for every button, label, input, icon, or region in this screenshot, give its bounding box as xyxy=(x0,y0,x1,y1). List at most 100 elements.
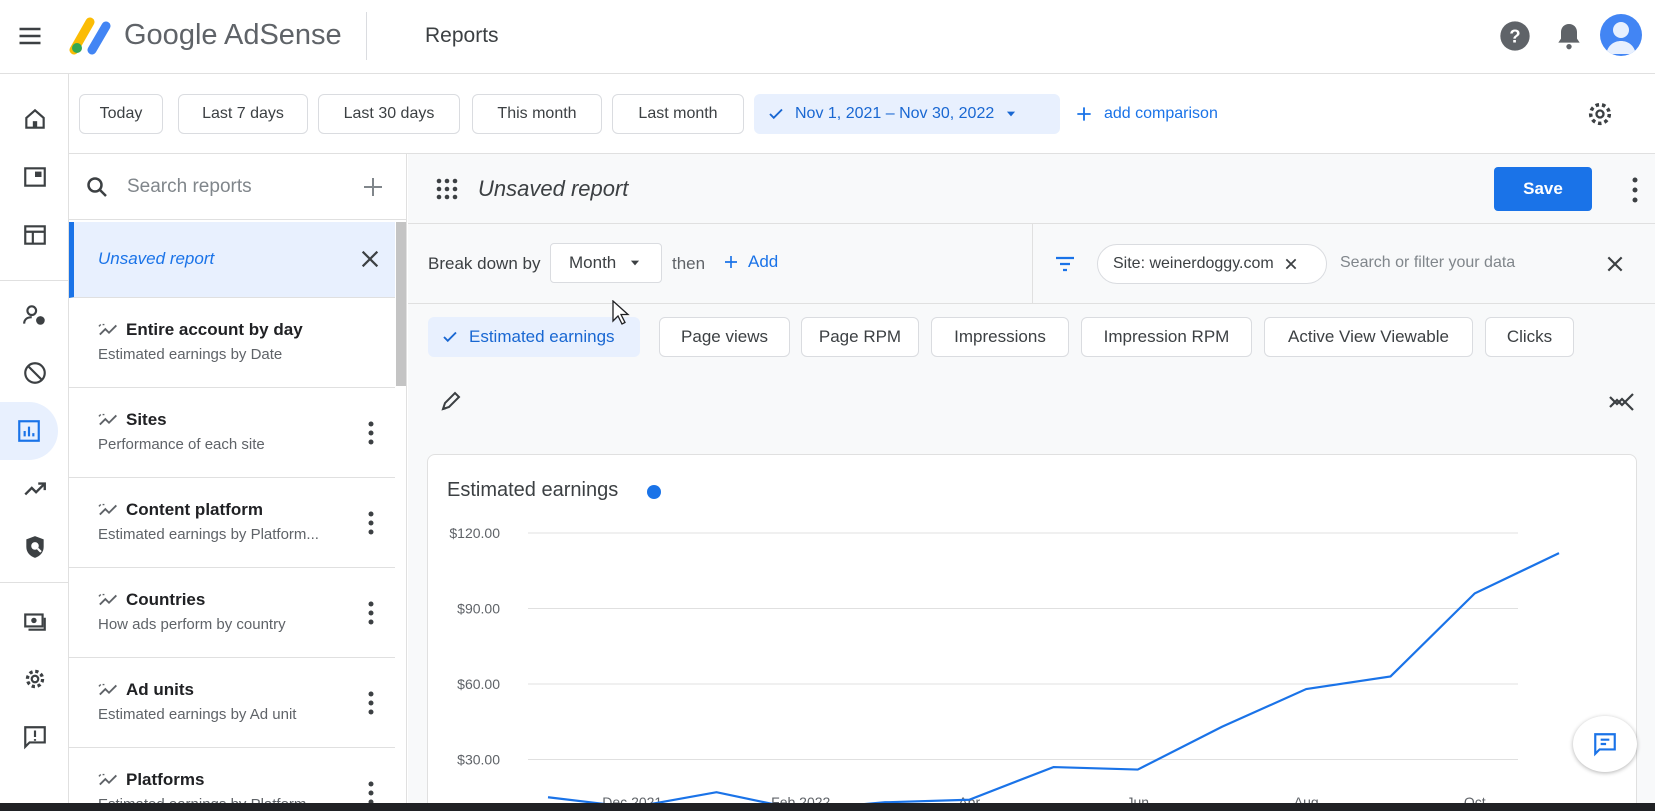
filter-icon[interactable] xyxy=(1053,252,1077,276)
sparkline-icon xyxy=(98,413,117,426)
sparkline-icon xyxy=(98,323,117,336)
chip-last-30-days[interactable]: Last 30 days xyxy=(318,94,460,134)
report-item-title: Sites xyxy=(126,410,167,429)
feedback-icon[interactable] xyxy=(0,708,69,766)
plus-icon xyxy=(725,256,737,268)
chevron-down-icon xyxy=(631,260,640,266)
report-item-title: Content platform xyxy=(126,500,263,519)
filter-chip-label: Site: weinerdoggy.com xyxy=(1113,255,1274,272)
reports-icon[interactable] xyxy=(0,402,58,460)
sparkline-icon xyxy=(98,683,117,696)
chart-card: Estimated earnings $120.00 $90.00 $60.00 $3… xyxy=(427,454,1637,811)
earnings-line-chart: $120.00$90.00$60.00$30.00Dec 2021 Feb 202… xyxy=(449,525,1560,810)
more-vert-icon[interactable] xyxy=(1628,176,1642,204)
close-icon[interactable] xyxy=(1284,257,1298,271)
page-title: Reports xyxy=(425,24,499,47)
apps-grid-icon[interactable] xyxy=(436,178,458,200)
date-range-dropdown[interactable]: Nov 1, 2021 – Nov 30, 2022 xyxy=(754,94,1060,134)
more-vert-icon[interactable] xyxy=(359,418,383,448)
rail-divider xyxy=(0,582,69,583)
report-main: Unsaved report Save Break down by Month … xyxy=(408,154,1655,811)
settings-icon[interactable] xyxy=(0,650,69,708)
date-range-bar: Today Last 7 days Last 30 days This mont… xyxy=(69,74,1655,154)
report-item-sites[interactable]: Sites Performance of each site xyxy=(69,388,395,478)
brand-safety-icon[interactable] xyxy=(0,518,69,576)
more-vert-icon[interactable] xyxy=(359,598,383,628)
search-input[interactable]: Search reports xyxy=(127,176,252,198)
report-item-title: Unsaved report xyxy=(98,249,215,268)
report-settings-icon[interactable] xyxy=(1586,100,1614,128)
report-item-unsaved[interactable]: Unsaved report xyxy=(69,222,395,298)
chat-support-button[interactable] xyxy=(1573,716,1637,772)
payments-icon[interactable] xyxy=(0,592,69,650)
metric-chip-impressions[interactable]: Impressions xyxy=(931,317,1069,357)
series-line-estimated-earnings[interactable] xyxy=(547,552,1560,810)
mouse-cursor-icon xyxy=(612,300,630,325)
check-icon xyxy=(443,331,457,343)
chip-this-month[interactable]: This month xyxy=(472,94,602,134)
help-icon[interactable]: ? xyxy=(1499,20,1531,52)
y-tick-label: $90.00 xyxy=(457,601,500,617)
edit-pencil-icon[interactable] xyxy=(439,389,463,413)
close-icon[interactable] xyxy=(359,248,381,270)
nav-rail xyxy=(0,74,69,811)
report-item-subtitle: Estimated earnings by Ad unit xyxy=(98,706,297,723)
more-vert-icon[interactable] xyxy=(359,508,383,538)
add-report-icon[interactable] xyxy=(361,175,385,199)
menu-icon[interactable] xyxy=(16,22,44,50)
report-item-ad-units[interactable]: Ad units Estimated earnings by Ad unit xyxy=(69,658,395,748)
add-breakdown-label: Add xyxy=(748,252,779,271)
save-button[interactable]: Save xyxy=(1494,167,1592,211)
breakdown-dropdown[interactable]: Month xyxy=(550,243,662,283)
sites-icon[interactable] xyxy=(0,206,69,264)
compare-trend-icon[interactable] xyxy=(1608,391,1636,413)
plus-icon xyxy=(1077,107,1091,121)
search-reports-row: Search reports xyxy=(69,154,406,220)
privacy-messaging-icon[interactable] xyxy=(0,286,69,344)
report-item-entire-account[interactable]: Entire account by day Estimated earnings… xyxy=(69,298,395,388)
os-taskbar xyxy=(0,803,1655,811)
blocking-controls-icon[interactable] xyxy=(0,344,69,402)
add-breakdown-button[interactable]: Add xyxy=(722,252,778,272)
y-tick-label: $30.00 xyxy=(457,752,500,768)
chip-today[interactable]: Today xyxy=(79,94,163,134)
metric-chip-page-rpm[interactable]: Page RPM xyxy=(801,317,919,357)
breakdown-label: Break down by xyxy=(428,254,541,273)
report-item-title: Platforms xyxy=(126,770,205,789)
sparkline-icon xyxy=(98,773,117,786)
chip-last-7-days[interactable]: Last 7 days xyxy=(178,94,308,134)
report-list-panel: Search reports Unsaved report Entire acc… xyxy=(69,154,407,811)
metric-chip-impression-rpm[interactable]: Impression RPM xyxy=(1081,317,1252,357)
y-tick-label: $120.00 xyxy=(449,525,500,541)
date-range-label: Nov 1, 2021 – Nov 30, 2022 xyxy=(795,105,995,122)
filter-search-input[interactable]: Search or filter your data xyxy=(1340,254,1515,272)
list-scrollbar[interactable] xyxy=(396,222,406,386)
report-item-content-platform[interactable]: Content platform Estimated earnings by P… xyxy=(69,478,395,568)
report-item-countries[interactable]: Countries How ads perform by country xyxy=(69,568,395,658)
chevron-down-icon xyxy=(1007,111,1016,117)
check-icon xyxy=(769,108,783,120)
report-name[interactable]: Unsaved report xyxy=(478,176,628,202)
metric-chip-page-views[interactable]: Page views xyxy=(659,317,790,357)
add-comparison-label: add comparison xyxy=(1104,105,1218,122)
report-item-title: Ad units xyxy=(126,680,194,699)
chip-last-month[interactable]: Last month xyxy=(612,94,744,134)
notifications-icon[interactable] xyxy=(1553,20,1585,52)
close-icon[interactable] xyxy=(1605,254,1625,274)
report-item-subtitle: Performance of each site xyxy=(98,436,265,453)
svg-text:?: ? xyxy=(1509,26,1520,47)
sparkline-icon xyxy=(98,503,117,516)
more-vert-icon[interactable] xyxy=(359,688,383,718)
filter-chip-site[interactable]: Site: weinerdoggy.com xyxy=(1097,244,1327,284)
breakdown-bar: Break down by Month then Add Site: weine… xyxy=(408,224,1655,304)
ads-icon[interactable] xyxy=(0,148,69,206)
account-avatar[interactable] xyxy=(1600,14,1642,56)
metric-chip-clicks[interactable]: Clicks xyxy=(1485,317,1574,357)
report-item-platforms[interactable]: Platforms Estimated earnings by Platform xyxy=(69,748,395,811)
metric-chip-estimated-earnings[interactable]: Estimated earnings xyxy=(428,317,640,357)
optimization-icon[interactable] xyxy=(0,460,69,518)
add-comparison-button[interactable]: add comparison xyxy=(1074,94,1218,134)
home-icon[interactable] xyxy=(0,90,69,148)
metric-chip-active-view-viewable[interactable]: Active View Viewable xyxy=(1264,317,1473,357)
filter-divider xyxy=(1032,224,1033,304)
